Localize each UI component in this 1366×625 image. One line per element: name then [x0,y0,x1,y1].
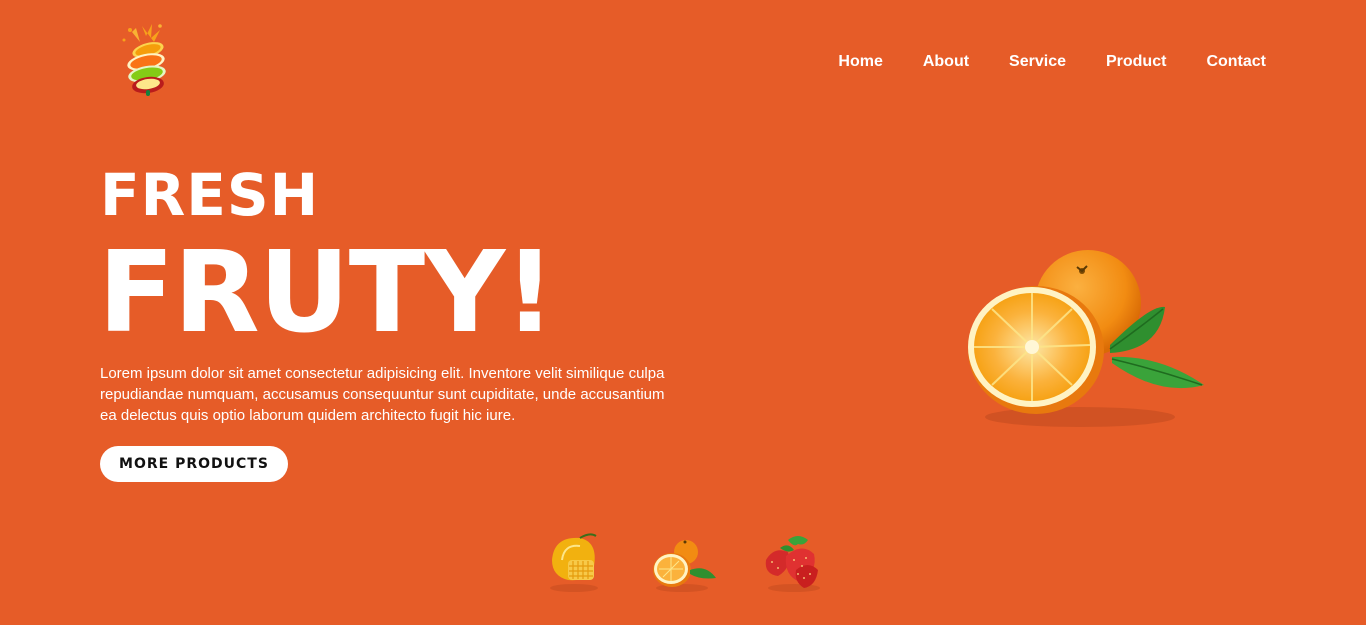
nav-contact-link[interactable]: Contact [1206,52,1266,72]
hero-description: Lorem ipsum dolor sit amet consectetur a… [100,365,665,424]
fruit-splash-logo-icon[interactable] [102,20,182,100]
orange-icon[interactable] [648,530,718,594]
more-products-button[interactable]: MORE PRODUCTS [100,446,288,482]
strawberry-icon[interactable] [758,530,828,594]
hero-title-small: FRESH [100,161,320,229]
mango-icon[interactable] [540,530,610,594]
nav-about-link[interactable]: About [923,52,969,72]
nav-home-link[interactable]: Home [838,52,882,72]
fruit-thumbnails [540,530,840,594]
nav-service-link[interactable]: Service [1009,52,1066,72]
nav-product-link[interactable]: Product [1106,52,1166,72]
orange-with-leaves-image [960,245,1210,430]
hero-title-large: FRUTY! [98,228,555,358]
main-nav: Home About Service Product Contact [838,52,1266,72]
